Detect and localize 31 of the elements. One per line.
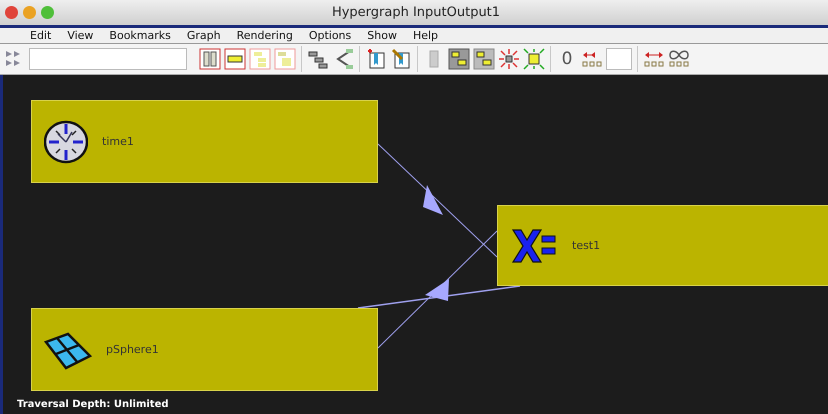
menu-item[interactable]: Options [300, 29, 360, 42]
node-label: time1 [102, 135, 134, 148]
expand-icon[interactable] [498, 48, 520, 70]
menu-item[interactable]: Show [359, 29, 405, 42]
depth-zero-button[interactable]: 0 [556, 48, 578, 70]
node-label: pSphere1 [106, 343, 159, 356]
menu-item[interactable]: Rendering [228, 29, 301, 42]
window-title: Hypergraph InputOutput1 [330, 5, 502, 20]
graph-node[interactable]: time1 [31, 100, 378, 183]
depth-field[interactable] [606, 48, 632, 70]
bookmark-edit-icon[interactable] [390, 48, 412, 70]
menu-item[interactable]: View [59, 29, 102, 42]
expression-icon [510, 228, 558, 264]
layout-toggle-icon[interactable] [448, 48, 470, 70]
fit-icon[interactable] [523, 48, 545, 70]
input-field[interactable] [29, 48, 187, 70]
clock-icon [44, 120, 88, 164]
layout-toggle-icon[interactable] [473, 48, 495, 70]
graph-node[interactable]: test1 [497, 205, 828, 286]
graph-node[interactable]: pSphere1 [31, 308, 378, 391]
mesh-icon [44, 330, 92, 370]
menu-item[interactable]: Help [404, 29, 446, 42]
node-label: test1 [572, 239, 600, 252]
close-button[interactable] [5, 6, 18, 19]
layout-icon[interactable] [199, 48, 221, 70]
node-icon[interactable] [224, 48, 246, 70]
status-text: Traversal Depth: Unlimited [17, 399, 169, 410]
menu-item[interactable]: Edit [22, 29, 60, 42]
menu-item[interactable]: Bookmarks [101, 29, 179, 42]
menu-item[interactable]: Graph [178, 29, 229, 42]
bookmark-add-icon[interactable] [365, 48, 387, 70]
